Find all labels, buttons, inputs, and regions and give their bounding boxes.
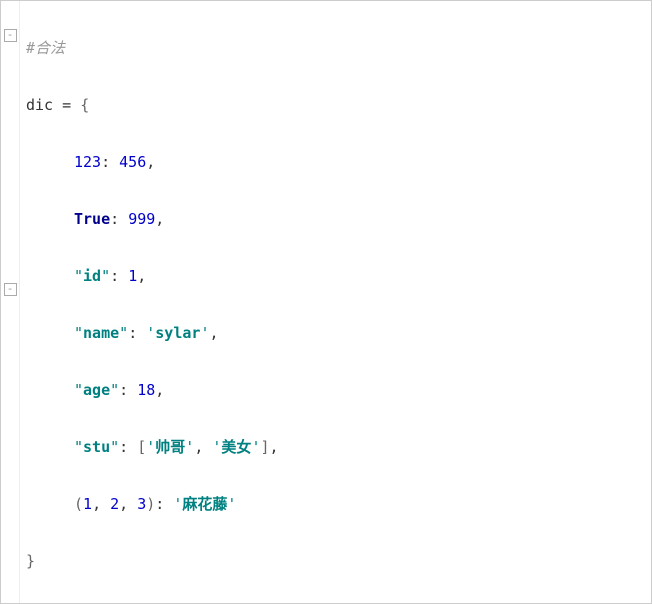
comment: #合法 (26, 39, 65, 57)
code-line: dic = { (26, 91, 647, 120)
code-line: } (26, 547, 647, 576)
code-line: (1, 2, 3): '麻花藤' (26, 490, 647, 519)
code-line: "id": 1, (26, 262, 647, 291)
gutter: - - (1, 1, 20, 603)
code-line: #合法 (26, 34, 647, 63)
fold-toggle-icon[interactable]: - (4, 29, 17, 42)
code-line: 123: 456, (26, 148, 647, 177)
code-line: "stu": ['帅哥', '美女'], (26, 433, 647, 462)
fold-toggle-icon[interactable]: - (4, 283, 17, 296)
code-line: "name": 'sylar', (26, 319, 647, 348)
code-line: True: 999, (26, 205, 647, 234)
code-area[interactable]: #合法 dic = { 123: 456, True: 999, "id": 1… (20, 1, 651, 603)
identifier: dic (26, 96, 53, 114)
code-line: "age": 18, (26, 376, 647, 405)
code-editor: - - #合法 dic = { 123: 456, True: 999, "id… (0, 0, 652, 604)
